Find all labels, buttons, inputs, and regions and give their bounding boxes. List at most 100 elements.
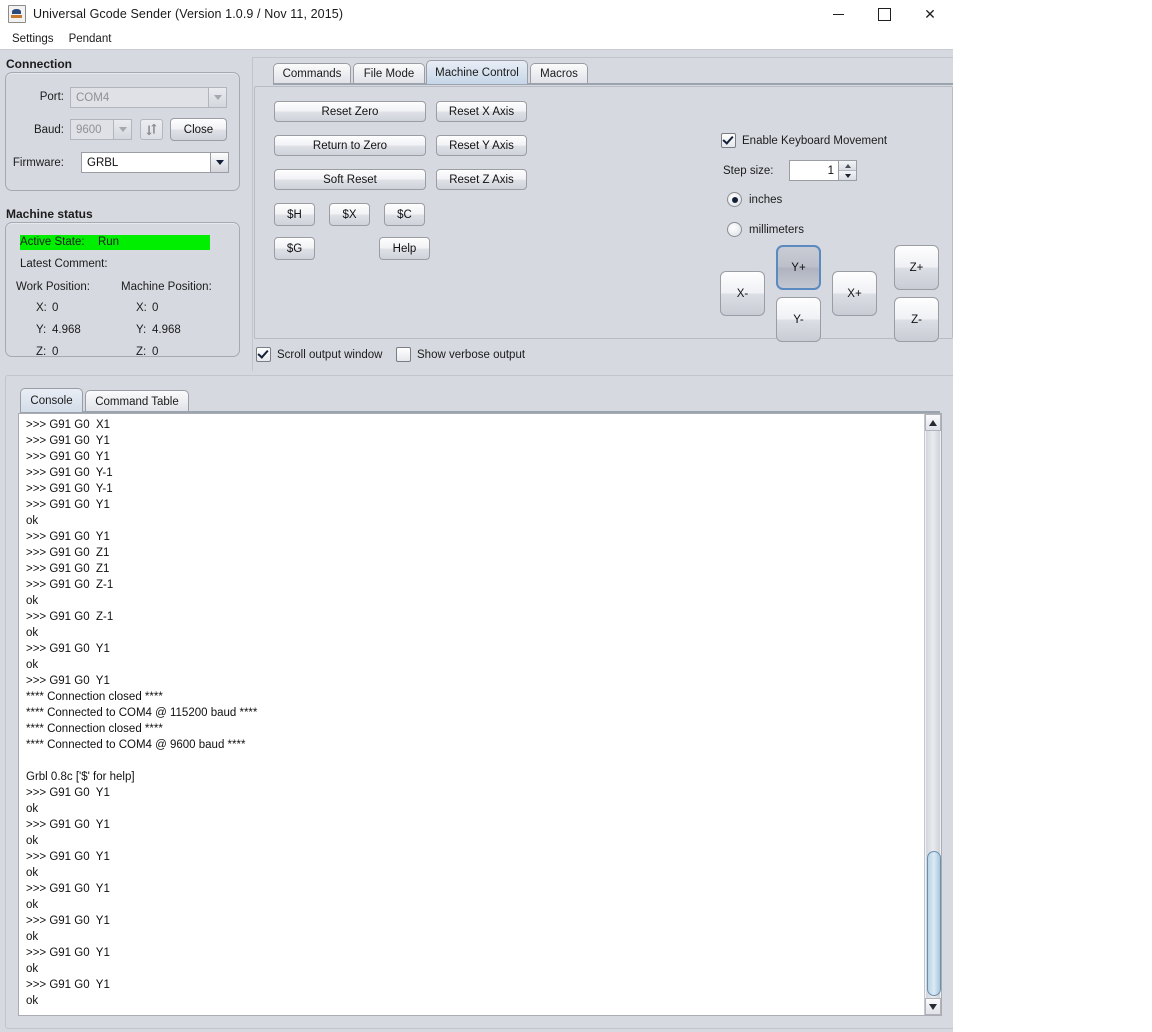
help-button[interactable]: Help [379, 237, 430, 260]
latest-comment-label: Latest Comment: [20, 258, 108, 270]
show-verbose-output-checkbox[interactable]: Show verbose output [396, 347, 525, 362]
tab-underline [273, 83, 953, 85]
jog-z-minus-button[interactable]: Z- [894, 297, 939, 342]
work-y-value: 4.968 [52, 324, 81, 336]
baud-label: Baud: [14, 124, 64, 136]
machine-control-content: Reset Zero Return to Zero Soft Reset Res… [254, 86, 953, 339]
maximize-button[interactable] [861, 0, 907, 28]
minimize-button[interactable] [815, 0, 861, 28]
units-millimeters-radio[interactable]: millimeters [727, 222, 804, 237]
reset-z-axis-button[interactable]: Reset Z Axis [436, 169, 527, 190]
units-inches-radio[interactable]: inches [727, 192, 782, 207]
machine-y-value: 4.968 [152, 324, 181, 336]
close-connection-button[interactable]: Close [170, 118, 227, 141]
reset-y-axis-button[interactable]: Reset Y Axis [436, 135, 527, 156]
port-select[interactable]: COM4 [70, 87, 227, 108]
enable-keyboard-movement-checkbox[interactable]: Enable Keyboard Movement [721, 133, 887, 148]
chevron-down-icon [208, 88, 226, 107]
jog-x-plus-button[interactable]: X+ [832, 271, 877, 316]
checkbox-icon [721, 133, 736, 148]
baud-value: 9600 [71, 124, 113, 136]
work-position-label: Work Position: [16, 281, 90, 293]
soft-reset-button[interactable]: Soft Reset [274, 169, 426, 190]
refresh-icon [145, 123, 158, 136]
checkbox-icon [396, 347, 411, 362]
minimize-icon [833, 14, 844, 15]
refresh-ports-button[interactable] [140, 119, 163, 140]
scrollbar-track[interactable] [926, 431, 940, 998]
machine-z-value: 0 [152, 346, 158, 358]
menu-item-pendant[interactable]: Pendant [63, 31, 118, 47]
step-size-value: 1 [790, 161, 838, 180]
port-value: COM4 [71, 92, 208, 104]
cmd-g-button[interactable]: $G [274, 237, 315, 260]
stepper-buttons[interactable] [838, 161, 856, 180]
application-window: Universal Gcode Sender (Version 1.0.9 / … [0, 0, 953, 1032]
scroll-down-icon[interactable] [925, 998, 941, 1015]
jog-y-minus-button[interactable]: Y- [776, 297, 821, 342]
stepper-up-icon[interactable] [839, 161, 856, 170]
machine-status-title: Machine status [6, 207, 93, 221]
menu-bar: Settings Pendant [0, 28, 953, 50]
jog-x-minus-button[interactable]: X- [720, 271, 765, 316]
scroll-up-icon[interactable] [925, 414, 941, 431]
tab-machine-control[interactable]: Machine Control [426, 60, 528, 84]
work-z-value: 0 [52, 346, 58, 358]
console-output-area[interactable]: >>> G91 G0 X1 >>> G91 G0 Y1 >>> G91 G0 Y… [18, 413, 942, 1016]
scroll-output-window-label: Scroll output window [277, 349, 382, 361]
cmd-x-button[interactable]: $X [329, 203, 370, 226]
machine-x-label: X: [136, 302, 147, 314]
firmware-value: GRBL [82, 157, 210, 169]
chevron-down-icon [210, 153, 228, 172]
firmware-label: Firmware: [9, 157, 64, 169]
work-x-label: X: [36, 302, 47, 314]
connection-panel-title: Connection [6, 57, 72, 71]
close-icon: ✕ [924, 7, 936, 21]
cmd-c-button[interactable]: $C [384, 203, 425, 226]
maximize-icon [878, 8, 891, 21]
tab-console[interactable]: Console [20, 388, 83, 412]
tab-macros[interactable]: Macros [530, 63, 588, 84]
port-label: Port: [14, 91, 64, 103]
window-title: Universal Gcode Sender (Version 1.0.9 / … [33, 7, 343, 21]
window-controls: ✕ [815, 0, 953, 28]
tab-command-table[interactable]: Command Table [85, 390, 189, 412]
radio-icon [727, 222, 742, 237]
console-tabstrip: Console Command Table [20, 386, 420, 412]
work-z-label: Z: [36, 346, 46, 358]
scroll-output-window-checkbox[interactable]: Scroll output window [256, 347, 382, 362]
return-to-zero-button[interactable]: Return to Zero [274, 135, 426, 156]
units-inches-label: inches [749, 194, 782, 206]
firmware-select[interactable]: GRBL [81, 152, 229, 173]
jog-y-plus-button[interactable]: Y+ [776, 245, 821, 290]
app-icon [8, 5, 26, 23]
machine-z-label: Z: [136, 346, 146, 358]
cmd-h-button[interactable]: $H [274, 203, 315, 226]
console-panel: Console Command Table >>> G91 G0 X1 >>> … [5, 375, 953, 1029]
baud-select[interactable]: 9600 [70, 119, 132, 140]
stepper-down-icon[interactable] [839, 170, 856, 180]
menu-item-settings[interactable]: Settings [6, 31, 60, 47]
tab-commands[interactable]: Commands [273, 63, 351, 84]
reset-zero-button[interactable]: Reset Zero [274, 101, 426, 122]
scrollbar-thumb[interactable] [927, 851, 941, 996]
active-state-row: Active State: Run [20, 235, 210, 250]
reset-x-axis-button[interactable]: Reset X Axis [436, 101, 527, 122]
machine-y-label: Y: [136, 324, 146, 336]
jog-z-plus-button[interactable]: Z+ [894, 245, 939, 290]
title-bar: Universal Gcode Sender (Version 1.0.9 / … [0, 0, 953, 28]
tab-file-mode[interactable]: File Mode [353, 63, 425, 84]
step-size-stepper[interactable]: 1 [789, 160, 857, 181]
chevron-down-icon [113, 120, 131, 139]
console-scrollbar[interactable] [924, 414, 941, 1015]
units-millimeters-label: millimeters [749, 224, 804, 236]
machine-position-label: Machine Position: [121, 281, 212, 293]
show-verbose-output-label: Show verbose output [417, 349, 525, 361]
work-x-value: 0 [52, 302, 58, 314]
step-size-label: Step size: [723, 165, 774, 177]
radio-icon [727, 192, 742, 207]
enable-keyboard-movement-label: Enable Keyboard Movement [742, 135, 887, 147]
console-output-text: >>> G91 G0 X1 >>> G91 G0 Y1 >>> G91 G0 Y… [26, 417, 919, 1009]
work-y-label: Y: [36, 324, 46, 336]
close-button[interactable]: ✕ [907, 0, 953, 28]
